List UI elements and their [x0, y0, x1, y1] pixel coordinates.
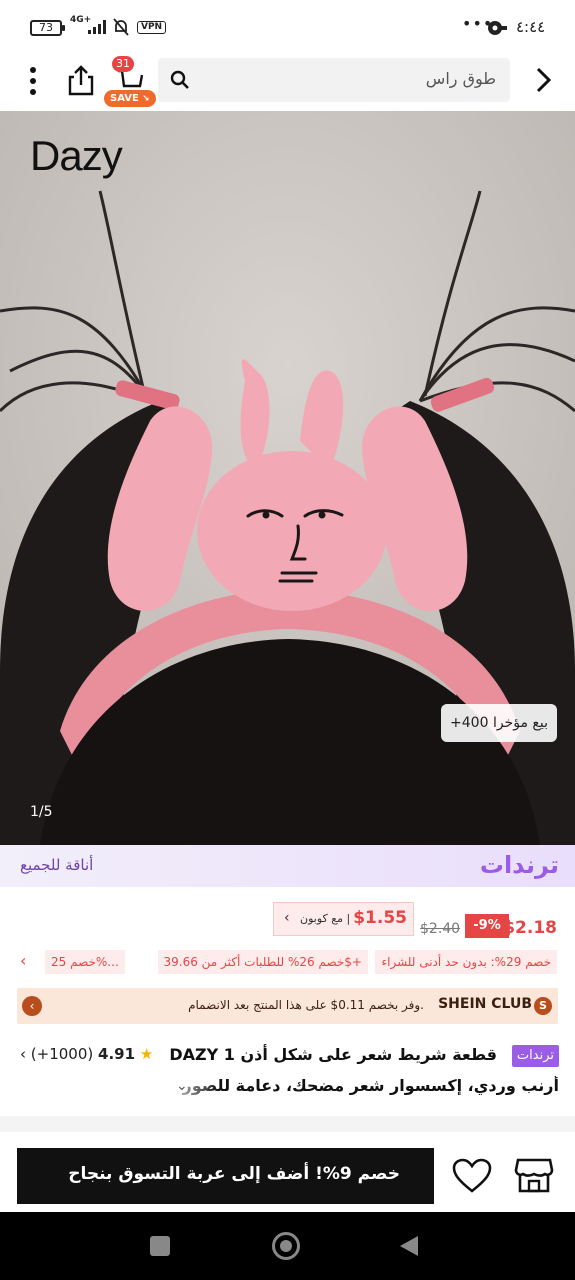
- rating-score: 4.91: [98, 1045, 136, 1063]
- promo-tag[interactable]: خصم 29%: بدون حد أدنى للشراء: [375, 950, 557, 974]
- chevron-left-icon: ‹: [22, 996, 42, 1016]
- add-to-cart-label: خصم 9%! أضف إلى عربة التسوق بنجاح: [68, 1164, 400, 1184]
- cart-button[interactable]: 31 SAVE ↘: [104, 56, 156, 108]
- signal-icon: [88, 18, 106, 34]
- chevron-left-icon[interactable]: ‹: [20, 951, 26, 970]
- clock: ٤:٤٤: [516, 18, 546, 36]
- discount-badge: -9%: [465, 914, 509, 938]
- cart-count-badge: 31: [112, 56, 134, 72]
- club-savings-text: وفر بخصم 0.11$ على هذا المنتج بعد الانضم…: [188, 998, 424, 1012]
- share-icon[interactable]: [66, 64, 96, 96]
- back-icon[interactable]: [398, 1234, 420, 1258]
- search-input[interactable]: طوق راس: [158, 58, 510, 102]
- promo-tag[interactable]: خصم 25%...: [45, 950, 125, 974]
- shein-club-banner[interactable]: S SHEIN CLUB وفر بخصم 0.11$ على هذا المن…: [17, 988, 558, 1024]
- expand-title-chevron-icon[interactable]: ⌄: [176, 1078, 188, 1094]
- product-title-line-2: أرنب وردي، إكسسوار شعر مضحك، دعامة للصور: [182, 1076, 559, 1095]
- recent-sales-badge: +400 بيع مؤخرا: [441, 704, 557, 742]
- key-icon: [488, 21, 507, 35]
- club-logo-icon: S: [534, 997, 552, 1015]
- section-divider: [0, 1116, 575, 1132]
- home-icon[interactable]: [272, 1232, 300, 1260]
- trends-subtitle: أناقة للجميع: [20, 856, 94, 874]
- coupon-price: $1.55: [353, 908, 407, 928]
- brand-watermark: Dazy: [30, 132, 123, 179]
- coupon-price-button[interactable]: $1.55 مع كوبون | ‹: [273, 902, 414, 936]
- club-name: SHEIN CLUB: [438, 996, 532, 1012]
- store-icon[interactable]: [514, 1156, 554, 1194]
- image-page-counter: 1/5: [30, 804, 53, 820]
- chevron-left-icon: ‹: [20, 1045, 31, 1063]
- trends-banner[interactable]: ترندات أناقة للجميع: [0, 845, 575, 887]
- star-icon: ★: [139, 1045, 154, 1063]
- wishlist-heart-icon[interactable]: [452, 1158, 492, 1194]
- add-to-cart-button[interactable]: خصم 9%! أضف إلى عربة التسوق بنجاح: [17, 1148, 434, 1204]
- status-bar: 73 4G+ VPN ••• ٤:٤٤: [0, 0, 575, 56]
- search-query: طوق راس: [425, 69, 496, 88]
- product-title: DAZY 1 قطعة شريط شعر على شكل أذن: [169, 1045, 497, 1064]
- search-icon: [170, 70, 189, 89]
- current-price: $2.18: [503, 918, 557, 938]
- mute-bell-icon: [113, 18, 129, 36]
- more-menu-icon[interactable]: [26, 64, 40, 98]
- save-badge-text: SAVE: [110, 93, 139, 104]
- back-arrow-icon[interactable]: [532, 66, 554, 94]
- trends-title: ترندات: [479, 851, 559, 879]
- review-count: (+1000): [30, 1045, 94, 1063]
- rating-summary[interactable]: ‹ (+1000) 4.91 ★: [20, 1045, 153, 1063]
- coupon-label: مع كوبون |: [300, 912, 351, 925]
- system-navigation-bar: [0, 1212, 575, 1280]
- trend-chip: ترندات: [511, 1045, 559, 1067]
- promo-tag[interactable]: خصم 26% للطلبات أكثر من 39.66$+: [157, 950, 368, 974]
- vpn-badge: VPN: [137, 21, 167, 34]
- battery-indicator: 73: [30, 20, 65, 36]
- original-price: $2.40: [420, 921, 461, 937]
- save-badge: SAVE ↘: [104, 90, 156, 107]
- recent-apps-icon[interactable]: [150, 1236, 170, 1256]
- chevron-left-icon: ‹: [284, 910, 290, 926]
